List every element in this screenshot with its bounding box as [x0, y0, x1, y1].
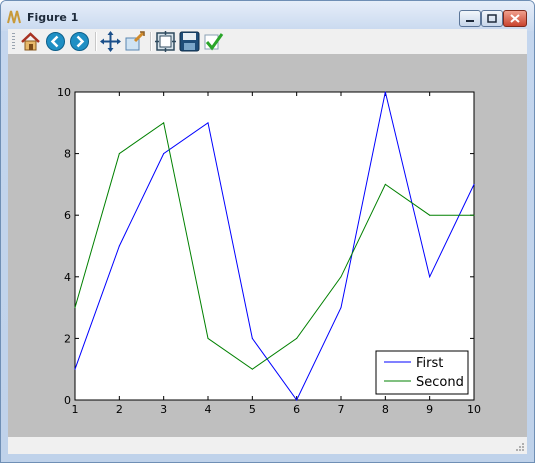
toolbar-separator	[95, 32, 97, 51]
data-point-second	[473, 214, 475, 216]
legend-label-first: First	[416, 356, 443, 371]
y-tick-label: 4	[64, 271, 71, 284]
navigation-toolbar	[8, 29, 527, 54]
forward-button[interactable]	[68, 30, 91, 53]
data-point-second	[340, 276, 342, 278]
x-tick-label: 1	[72, 403, 79, 416]
x-tick-label: 7	[338, 403, 345, 416]
data-point-second	[74, 307, 76, 309]
home-icon	[21, 32, 40, 51]
data-point-second	[163, 122, 165, 124]
minimize-button[interactable]	[459, 10, 481, 27]
data-point-first	[473, 183, 475, 185]
figure-canvas[interactable]: 1 2 3 4 5 6 7 8 9 10 0 2 4 6 8 10 First Second	[8, 54, 527, 437]
app-icon	[7, 10, 21, 24]
x-tick-label: 6	[293, 403, 300, 416]
y-tick-label: 2	[64, 332, 71, 345]
back-button[interactable]	[44, 30, 67, 53]
data-point-first	[429, 276, 431, 278]
data-point-first	[118, 245, 120, 247]
data-point-first	[340, 307, 342, 309]
data-point-first	[296, 399, 298, 401]
close-icon	[510, 14, 520, 23]
data-point-first	[163, 153, 165, 155]
legend-label-second: Second	[416, 375, 464, 390]
x-tick-label: 8	[382, 403, 389, 416]
pan-icon	[100, 31, 121, 52]
data-point-second	[296, 337, 298, 339]
edit-parameters-button[interactable]	[202, 30, 225, 53]
y-tick-label: 0	[64, 394, 71, 407]
toolbar-separator	[150, 32, 152, 51]
x-tick-label: 5	[249, 403, 256, 416]
data-point-first	[251, 337, 253, 339]
minimize-icon	[466, 20, 474, 22]
data-point-first	[74, 368, 76, 370]
pan-button[interactable]	[99, 30, 122, 53]
status-bar	[8, 437, 527, 454]
x-tick-label: 2	[116, 403, 123, 416]
line-chart: 1 2 3 4 5 6 7 8 9 10 0 2 4 6 8 10 First Second	[57, 86, 481, 416]
window-title: Figure 1	[27, 11, 79, 24]
x-tick-label: 4	[205, 403, 212, 416]
y-tick-label: 8	[64, 148, 71, 161]
data-point-second	[251, 368, 253, 370]
save-button[interactable]	[178, 30, 201, 53]
figure-window: Figure 1 1 2 3 4 5 6 7 8 9 10 0 2 4 6 8 …	[0, 0, 535, 463]
data-point-second	[384, 183, 386, 185]
data-point-first	[384, 91, 386, 93]
forward-icon	[70, 32, 89, 51]
legend: First Second	[375, 350, 469, 395]
data-point-first	[207, 122, 209, 124]
x-tick-label: 3	[160, 403, 167, 416]
save-icon	[179, 31, 200, 52]
resize-grip-icon[interactable]	[515, 442, 525, 452]
back-icon	[46, 32, 65, 51]
data-point-second	[118, 153, 120, 155]
edit-check-icon	[204, 33, 224, 51]
x-tick-label: 9	[426, 403, 433, 416]
y-tick-label: 10	[57, 86, 71, 99]
data-point-second	[207, 337, 209, 339]
title-bar[interactable]: Figure 1	[1, 1, 534, 31]
y-tick-label: 6	[64, 209, 71, 222]
close-button[interactable]	[503, 10, 527, 27]
x-tick-label: 10	[467, 403, 481, 416]
maximize-icon	[487, 14, 497, 23]
subplots-button[interactable]	[154, 30, 177, 53]
maximize-button[interactable]	[481, 10, 503, 27]
home-button[interactable]	[19, 30, 42, 53]
toolbar-grip[interactable]	[12, 33, 15, 50]
zoom-icon	[125, 31, 145, 51]
data-point-second	[429, 214, 431, 216]
subplots-icon	[155, 31, 176, 52]
zoom-button[interactable]	[123, 30, 146, 53]
